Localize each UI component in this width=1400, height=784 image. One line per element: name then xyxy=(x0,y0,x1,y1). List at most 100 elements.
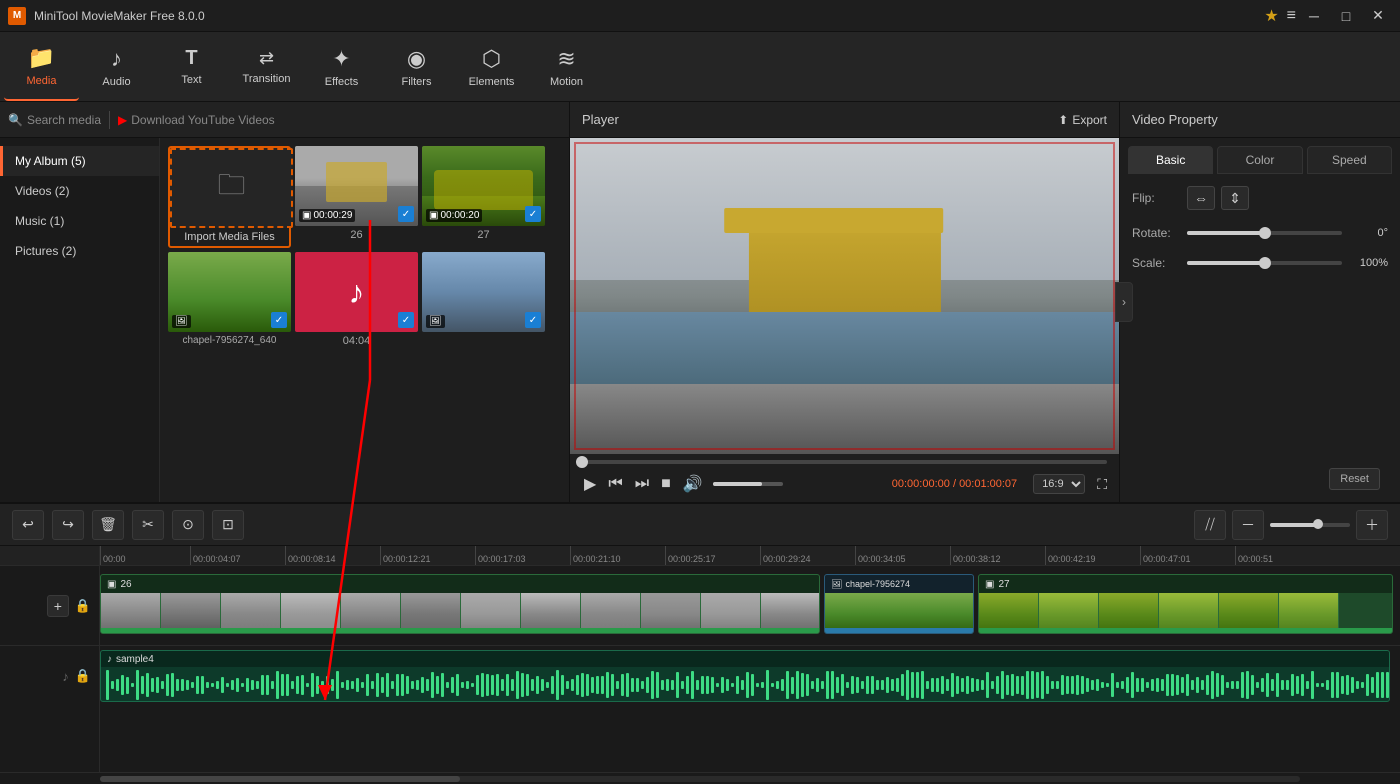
media-check-img2: ✓ xyxy=(525,312,541,328)
ruler-mark-1: 00:00:04:07 xyxy=(190,546,241,566)
clip26-video-icon: ▣ xyxy=(107,579,116,590)
media-label-chapel: chapel-7956274_640 xyxy=(168,332,291,349)
toolbar-item-audio[interactable]: ♪ Audio xyxy=(79,33,154,101)
video-lock-icon[interactable]: 🔒 xyxy=(75,598,91,614)
rotate-slider[interactable] xyxy=(1187,231,1342,235)
ruler-mark-12: 00:00:51 xyxy=(1235,546,1273,566)
video-clip-27[interactable]: ▣ 27 xyxy=(978,574,1393,634)
toolbar-item-filters[interactable]: ◉ Filters xyxy=(379,33,454,101)
media-item-chapel[interactable]: 🖼 ✓ chapel-7956274_640 xyxy=(168,252,291,350)
timeline-body: + 🔒 ♪ 🔒 00:00 00:00:04:07 00:00:08:14 00… xyxy=(0,546,1400,772)
progress-bar[interactable] xyxy=(582,460,1107,464)
export-button[interactable]: ⬆ Export xyxy=(1058,113,1107,127)
track-controls: + 🔒 ♪ 🔒 xyxy=(0,546,100,772)
media-label-img2 xyxy=(422,332,545,338)
toolbar-item-effects[interactable]: ✦ Effects xyxy=(304,33,379,101)
ruler-mark-3: 00:00:12:21 xyxy=(380,546,431,566)
tab-speed[interactable]: Speed xyxy=(1307,146,1392,174)
rotate-handle[interactable] xyxy=(1259,227,1271,239)
undo-button[interactable]: ↩ xyxy=(12,510,44,540)
search-box[interactable]: 🔍 Search media xyxy=(8,113,101,127)
flip-horizontal-button[interactable]: ⇔ xyxy=(1187,186,1215,210)
next-button[interactable]: ⏭ xyxy=(633,473,651,495)
flip-label: Flip: xyxy=(1132,191,1187,205)
detach-audio-button[interactable]: ⊙ xyxy=(172,510,204,540)
close-button[interactable]: ✕ xyxy=(1364,6,1392,26)
maximize-button[interactable]: □ xyxy=(1332,6,1360,26)
crop-button[interactable]: ⊡ xyxy=(212,510,244,540)
reset-button[interactable]: Reset xyxy=(1329,468,1380,490)
add-video-track-button[interactable]: + xyxy=(47,595,69,617)
media-label-audio: 04:04 xyxy=(295,332,418,350)
scale-handle[interactable] xyxy=(1259,257,1271,269)
collapse-panel-button[interactable]: › xyxy=(1115,282,1133,322)
tab-basic[interactable]: Basic xyxy=(1128,146,1213,174)
scrollbar-thumb[interactable] xyxy=(100,776,460,782)
flip-vertical-button[interactable]: ⇕ xyxy=(1221,186,1249,210)
chapel-label: chapel-7956274 xyxy=(845,579,910,589)
delete-button[interactable]: 🗑 xyxy=(92,510,124,540)
sidebar-item-videos[interactable]: Videos (2) xyxy=(0,176,159,206)
menu-icon[interactable]: ≡ xyxy=(1287,7,1296,25)
audio-note-icon: ♪ xyxy=(107,654,112,665)
toolbar-effects-label: Effects xyxy=(325,76,358,88)
controls-row: ▶ ⏮ ⏭ ■ 🔊 00:00:00:00 / 00:01:00:07 16:9… xyxy=(582,472,1107,496)
aspect-ratio-select[interactable]: 16:9 9:16 4:3 1:1 xyxy=(1033,474,1085,494)
total-time: 00:01:00:07 xyxy=(959,478,1017,490)
flip-row: Flip: ⇔ ⇕ xyxy=(1132,186,1388,210)
zoom-split-button[interactable]: ⧸⧸ xyxy=(1194,510,1226,540)
album-sidebar: My Album (5) Videos (2) Music (1) Pictur… xyxy=(0,138,160,502)
toolbar-motion-label: Motion xyxy=(550,76,583,88)
rotate-value: 0° xyxy=(1348,227,1388,239)
audio-clip-sample4[interactable]: ♪ sample4 // Generate waveform bars inli… xyxy=(100,650,1390,702)
split-button[interactable]: ✂ xyxy=(132,510,164,540)
zoom-out-button[interactable]: － xyxy=(1232,510,1264,540)
scale-fill xyxy=(1187,261,1265,265)
progress-handle[interactable] xyxy=(576,456,588,468)
ruler-mark-5: 00:00:21:10 xyxy=(570,546,621,566)
property-tabs: Basic Color Speed xyxy=(1120,138,1400,174)
toolbar-item-transition[interactable]: ⇄ Transition xyxy=(229,33,304,101)
sidebar-item-myalbum[interactable]: My Album (5) xyxy=(0,146,159,176)
video-clip-chapel[interactable]: 🖼 chapel-7956274 xyxy=(824,574,974,634)
audio-lock-icon[interactable]: 🔒 xyxy=(75,668,91,684)
play-button[interactable]: ▶ xyxy=(582,472,598,496)
toolbar-item-elements[interactable]: ⬡ Elements xyxy=(454,33,529,101)
youtube-download-button[interactable]: ▶ Download YouTube Videos xyxy=(118,113,275,127)
zoom-fill xyxy=(1270,523,1318,527)
toolbar-item-media[interactable]: 📁 Media xyxy=(4,33,79,101)
tab-color[interactable]: Color xyxy=(1217,146,1302,174)
zoom-handle[interactable] xyxy=(1313,519,1323,529)
sidebar-item-music[interactable]: Music (1) xyxy=(0,206,159,236)
toolbar-media-label: Media xyxy=(27,75,57,87)
scale-slider[interactable] xyxy=(1187,261,1342,265)
horizontal-scrollbar[interactable] xyxy=(0,772,1400,784)
image-type-badge2: 🖼 xyxy=(426,315,445,328)
media-item-audio[interactable]: ♪ ✓ 04:04 xyxy=(295,252,418,350)
toolbar-item-text[interactable]: T Text xyxy=(154,33,229,101)
import-label: Import Media Files xyxy=(170,228,289,246)
volume-fill xyxy=(713,482,762,486)
import-media-item[interactable]: 🗀 Import Media Files xyxy=(168,146,291,248)
minimize-button[interactable]: ─ xyxy=(1300,6,1328,26)
scale-value: 100% xyxy=(1348,257,1388,269)
toolbar-item-motion[interactable]: ≋ Motion xyxy=(529,33,604,101)
volume-button[interactable]: 🔊 xyxy=(681,472,705,496)
zoom-in-button[interactable]: ＋ xyxy=(1356,510,1388,540)
prev-button[interactable]: ⏮ xyxy=(606,473,624,495)
volume-slider[interactable] xyxy=(713,482,783,486)
video-track-header: + 🔒 xyxy=(0,566,99,646)
motion-icon: ≋ xyxy=(557,46,575,72)
sidebar-item-pictures[interactable]: Pictures (2) xyxy=(0,236,159,266)
fullscreen-button[interactable]: ⛶ xyxy=(1097,476,1107,493)
zoom-slider[interactable] xyxy=(1270,523,1350,527)
audio-icon: ♪ xyxy=(111,46,122,72)
video-clip-26[interactable]: ▣ 26 xyxy=(100,574,820,634)
media-item-26[interactable]: ▣ 00:00:29 ✓ 26 xyxy=(295,146,418,248)
rotate-label: Rotate: xyxy=(1132,226,1187,240)
redo-button[interactable]: ↪ xyxy=(52,510,84,540)
media-item-27[interactable]: ▣ 00:00:20 ✓ 27 xyxy=(422,146,545,248)
toolbar: 📁 Media ♪ Audio T Text ⇄ Transition ✦ Ef… xyxy=(0,32,1400,102)
media-item-img2[interactable]: 🖼 ✓ xyxy=(422,252,545,350)
stop-button[interactable]: ■ xyxy=(659,473,673,495)
